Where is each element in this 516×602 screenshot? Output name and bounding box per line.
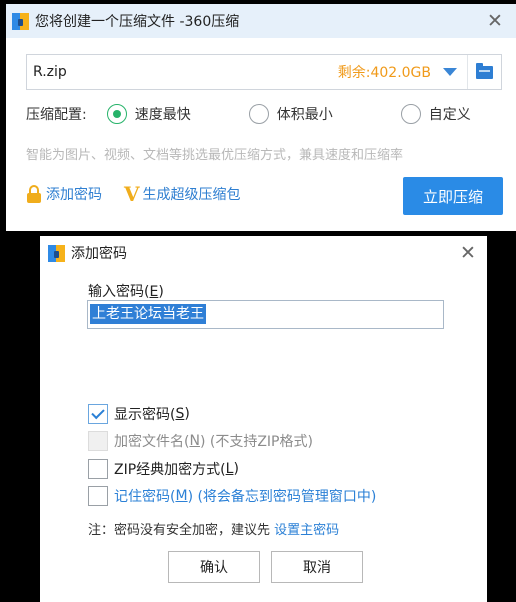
bottom-actions: 添加密码 V 生成超级压缩包 <box>26 184 241 204</box>
show-password-option[interactable]: 显示密码(S) <box>88 404 190 424</box>
set-master-password-link[interactable]: 设置主密码 <box>274 523 339 538</box>
close-icon[interactable]: ✕ <box>455 240 481 266</box>
zip-classic-encryption-option[interactable]: ZIP经典加密方式(L) <box>88 459 239 479</box>
password-input[interactable]: 上老王论坛当老王 <box>87 300 444 329</box>
folder-icon <box>476 62 493 79</box>
radio-selected-icon <box>106 104 127 124</box>
archive-path-field[interactable]: R.zip 剩余:402.0GB <box>26 54 502 90</box>
radio-smallest-label: 体积最小 <box>276 107 333 123</box>
checkbox-unchecked-icon[interactable] <box>88 459 108 479</box>
compress-now-button[interactable]: 立即压缩 <box>403 177 503 215</box>
remember-password-option[interactable]: 记住密码(M) (将会备忘到密码管理窗口中) <box>88 486 376 506</box>
360zip-app-icon <box>12 12 29 30</box>
make-super-archive-link[interactable]: 生成超级压缩包 <box>143 184 241 204</box>
password-input-label: 输入密码(E) <box>88 284 164 300</box>
radio-fastest[interactable]: 速度最快 <box>106 104 191 124</box>
radio-custom[interactable]: 自定义 <box>400 104 471 124</box>
checkbox-unchecked-icon[interactable] <box>88 486 108 506</box>
radio-custom-label: 自定义 <box>428 107 471 123</box>
free-space-label: 剩余:402.0GB <box>337 65 431 81</box>
chevron-down-icon[interactable] <box>443 68 457 76</box>
checkbox-checked-icon[interactable] <box>88 404 108 424</box>
close-icon[interactable]: ✕ <box>482 8 508 34</box>
cancel-button[interactable]: 取消 <box>271 551 363 583</box>
lock-icon <box>26 185 42 203</box>
archive-filename[interactable]: R.zip <box>27 64 338 80</box>
dialog-titlebar: 添加密码 ✕ <box>40 236 487 270</box>
checkbox-disabled-icon <box>88 431 108 451</box>
compression-config-row: 压缩配置: 速度最快 体积最小 自定义 <box>26 104 471 124</box>
radio-unselected-icon <box>400 104 421 124</box>
compression-hint: 智能为图片、视频、文档等挑选最优压缩方式，兼具速度和压缩率 <box>26 148 404 163</box>
compress-window: 您将创建一个压缩文件 -360压缩 ✕ R.zip 剩余:402.0GB 压缩配… <box>6 4 516 231</box>
encrypt-filenames-option: 加密文件名(N) (不支持ZIP格式) <box>88 431 313 451</box>
360zip-app-icon <box>48 244 65 262</box>
browse-folder-button[interactable] <box>467 55 501 89</box>
security-note: 注：密码没有安全加密，建议先 设置主密码 <box>88 523 340 538</box>
compress-titlebar: 您将创建一个压缩文件 -360压缩 ✕ <box>6 4 516 38</box>
add-password-dialog: 添加密码 ✕ 输入密码(E) 上老王论坛当老王 显示密码(S) 加密文件名(N)… <box>40 236 487 602</box>
add-password-link[interactable]: 添加密码 <box>46 184 102 204</box>
dialog-title: 添加密码 <box>71 246 127 262</box>
radio-smallest[interactable]: 体积最小 <box>248 104 333 124</box>
window-title: 您将创建一个压缩文件 -360压缩 <box>35 14 240 30</box>
radio-unselected-icon <box>248 104 269 124</box>
password-value: 上老王论坛当老王 <box>90 304 206 324</box>
config-label: 压缩配置: <box>26 107 87 123</box>
confirm-button[interactable]: 确认 <box>168 551 260 583</box>
v-super-icon: V <box>124 182 140 206</box>
radio-fastest-label: 速度最快 <box>134 107 191 123</box>
